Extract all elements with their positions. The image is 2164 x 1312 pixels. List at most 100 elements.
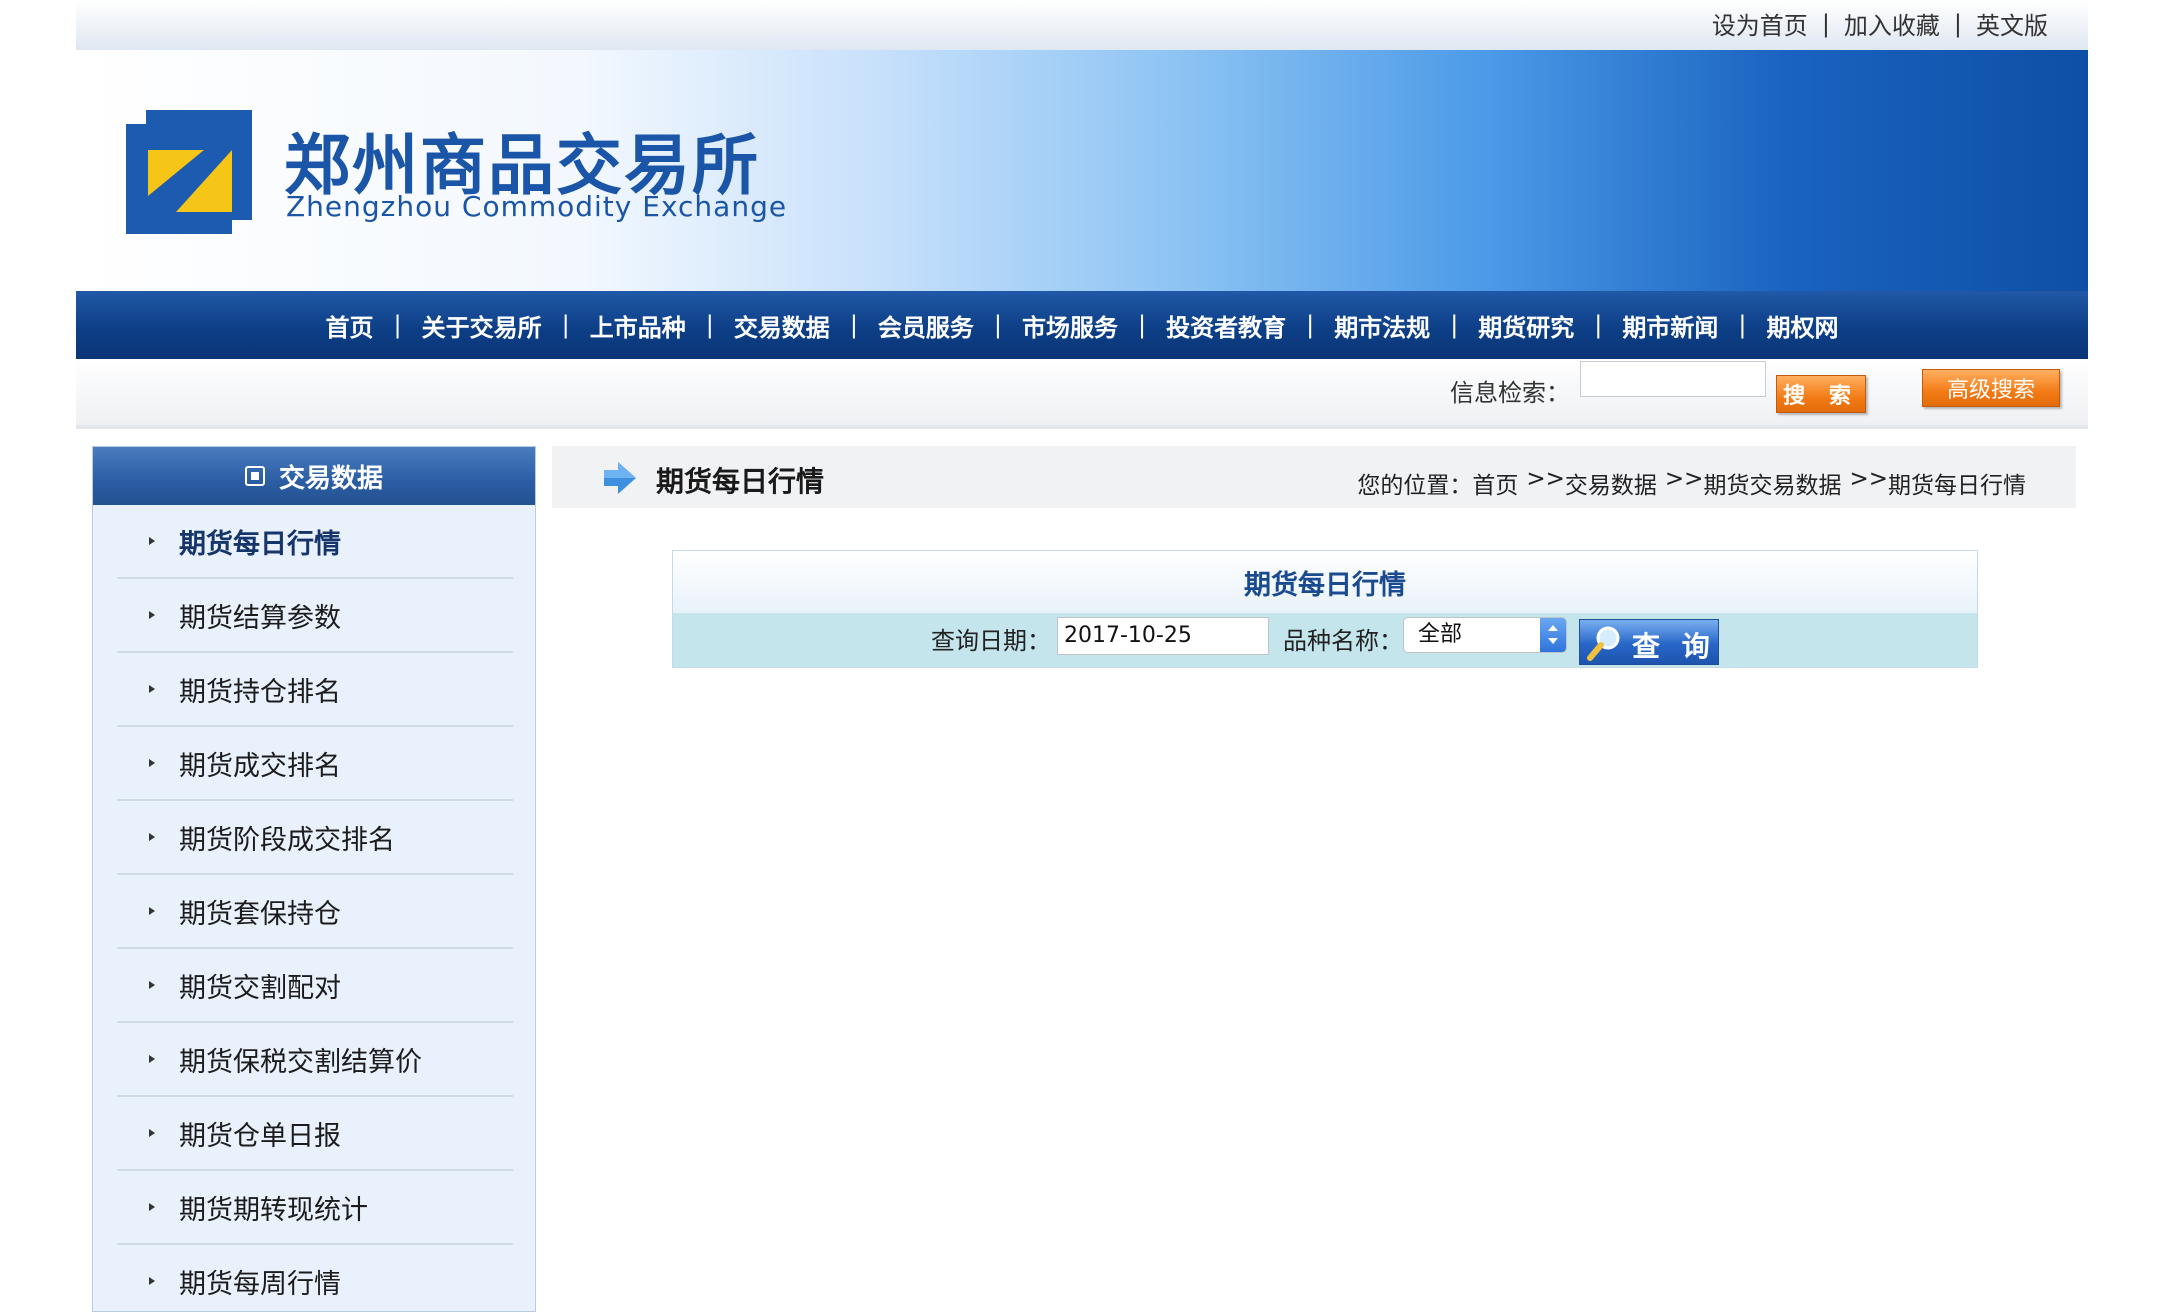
sidebar-item-delivery-matching[interactable]: 期货交割配对 — [117, 949, 513, 1023]
top-utility-bar: 设为首页 | 加入收藏 | 英文版 — [76, 0, 2088, 50]
bullet-icon — [149, 1203, 155, 1211]
sidebar-list: 期货每日行情 期货结算参数 期货持仓排名 期货成交排名 期货阶段成交排名 期货套… — [117, 505, 513, 1312]
main-nav: 首页 | 关于交易所 | 上市品种 | 交易数据 | 会员服务 | 市场服务 |… — [76, 291, 2088, 359]
sidebar-item-daily-quotes[interactable]: 期货每日行情 — [117, 505, 513, 579]
sidebar-item-label: 期货仓单日报 — [179, 1120, 341, 1152]
product-label: 品种名称： — [1283, 627, 1403, 655]
sidebar-item-settlement-params[interactable]: 期货结算参数 — [117, 579, 513, 653]
product-select-value: 全部 — [1418, 622, 1463, 647]
sidebar-item-efp-statistics[interactable]: 期货期转现统计 — [117, 1171, 513, 1245]
query-panel-header: 期货每日行情 — [673, 551, 1977, 613]
bullet-icon — [149, 981, 155, 989]
header-banner: 郑州商品交易所 Zhengzhou Commodity Exchange — [76, 50, 2088, 291]
query-button[interactable]: 查 询 — [1579, 619, 1719, 665]
breadcrumb-separator: >> — [1664, 466, 1704, 492]
query-button-label: 查 询 — [1632, 630, 1716, 663]
date-input[interactable]: 2017-10-25 — [1057, 617, 1269, 655]
nav-item-listed-products[interactable]: 上市品种 — [590, 308, 686, 343]
nav-item-regulations[interactable]: 期市法规 — [1334, 308, 1430, 343]
separator: | — [561, 311, 570, 339]
bullet-icon — [149, 1129, 155, 1137]
date-label: 查询日期： — [931, 627, 1051, 655]
bullet-icon — [149, 1277, 155, 1285]
bullet-icon — [149, 685, 155, 693]
breadcrumb-futures-trading-data[interactable]: 期货交易数据 — [1703, 466, 1841, 500]
nav-item-about[interactable]: 关于交易所 — [422, 308, 542, 343]
sidebar-item-label: 期货成交排名 — [179, 750, 341, 782]
nav-item-investor-education[interactable]: 投资者教育 — [1166, 308, 1286, 343]
separator: | — [1821, 9, 1830, 38]
sidebar-item-volume-ranking[interactable]: 期货成交排名 — [117, 727, 513, 801]
separator: | — [1306, 311, 1315, 339]
sidebar-item-label: 期货阶段成交排名 — [179, 824, 395, 856]
sidebar-item-weekly-quotes[interactable]: 期货每周行情 — [117, 1245, 513, 1312]
separator: | — [393, 311, 402, 339]
separator: | — [1738, 311, 1747, 339]
sidebar-item-label: 期货交割配对 — [179, 972, 341, 1004]
search-bar: 信息检索： 搜 索 高级搜索 — [76, 359, 2088, 429]
exchange-logo-icon[interactable] — [126, 110, 252, 234]
breadcrumb-trading-data[interactable]: 交易数据 — [1565, 466, 1657, 500]
sidebar-item-label: 期货套保持仓 — [179, 898, 341, 930]
breadcrumb-prefix: 您的位置： — [1357, 473, 1473, 499]
add-favorite-link[interactable]: 加入收藏 — [1844, 6, 1940, 41]
advanced-search-button[interactable]: 高级搜索 — [1922, 369, 2060, 407]
sidebar-item-label: 期货保税交割结算价 — [179, 1046, 422, 1078]
page-title: 期货每日行情 — [656, 465, 825, 498]
breadcrumb-home[interactable]: 首页 — [1472, 466, 1518, 500]
search-input[interactable] — [1580, 361, 1766, 397]
sidebar-item-label: 期货期转现统计 — [179, 1194, 368, 1226]
search-label: 信息检索： — [1450, 379, 1570, 407]
sidebar: 交易数据 期货每日行情 期货结算参数 期货持仓排名 期货成交排名 期货阶段成交排… — [92, 446, 536, 1312]
sidebar-title: 交易数据 — [278, 463, 383, 494]
nav-item-member-services[interactable]: 会员服务 — [878, 308, 974, 343]
nav-item-options[interactable]: 期权网 — [1766, 308, 1838, 343]
breadcrumb-separator: >> — [1526, 466, 1565, 492]
separator: | — [1138, 311, 1147, 339]
arrow-right-icon — [604, 462, 636, 494]
bullet-icon — [149, 833, 155, 841]
query-form: 查询日期： 2017-10-25 品种名称： 全部 查 询 — [673, 613, 1977, 667]
page: 设为首页 | 加入收藏 | 英文版 郑州商品交易所 Zhengzhou Comm… — [76, 0, 2088, 1312]
breadcrumb-current: 期货每日行情 — [1888, 473, 2026, 499]
top-links: 设为首页 | 加入收藏 | 英文版 — [1712, 6, 2048, 41]
content-header: 期货每日行情 您的位置： 首页 >> 交易数据 >> 期货交易数据 >> 期货每… — [552, 446, 2076, 508]
brand-name-en: Zhengzhou Commodity Exchange — [286, 190, 788, 223]
bullet-icon — [149, 611, 155, 619]
nav-item-news[interactable]: 期市新闻 — [1622, 308, 1718, 343]
sidebar-item-period-volume-ranking[interactable]: 期货阶段成交排名 — [117, 801, 513, 875]
search-button[interactable]: 搜 索 — [1776, 375, 1866, 413]
bullet-icon — [149, 1055, 155, 1063]
sidebar-item-label: 期货持仓排名 — [179, 676, 341, 708]
separator: | — [1953, 9, 1962, 38]
product-select[interactable]: 全部 — [1403, 617, 1567, 653]
breadcrumb-separator: >> — [1849, 466, 1888, 492]
sidebar-item-bonded-delivery-price[interactable]: 期货保税交割结算价 — [117, 1023, 513, 1097]
sidebar-item-label: 期货每日行情 — [179, 528, 341, 560]
sidebar-item-hedging-positions[interactable]: 期货套保持仓 — [117, 875, 513, 949]
nav-item-home[interactable]: 首页 — [326, 308, 374, 343]
sidebar-header: 交易数据 — [93, 447, 535, 505]
external-link-icon — [244, 466, 265, 486]
separator: | — [849, 311, 858, 339]
sidebar-item-warehouse-receipts[interactable]: 期货仓单日报 — [117, 1097, 513, 1171]
bullet-icon — [149, 907, 155, 915]
query-panel: 期货每日行情 查询日期： 2017-10-25 品种名称： 全部 查 询 — [672, 550, 1978, 668]
bullet-icon — [149, 759, 155, 767]
bullet-icon — [149, 537, 155, 545]
query-panel-title: 期货每日行情 — [1244, 569, 1406, 601]
nav-item-research[interactable]: 期货研究 — [1478, 308, 1574, 343]
separator: | — [1450, 311, 1459, 339]
separator: | — [993, 311, 1002, 339]
nav-item-market-services[interactable]: 市场服务 — [1022, 308, 1118, 343]
breadcrumb: 您的位置： 首页 >> 交易数据 >> 期货交易数据 >> 期货每日行情 — [1349, 466, 2026, 500]
set-homepage-link[interactable]: 设为首页 — [1712, 6, 1808, 41]
english-version-link[interactable]: 英文版 — [1976, 6, 2048, 41]
sidebar-item-position-ranking[interactable]: 期货持仓排名 — [117, 653, 513, 727]
separator: | — [1594, 311, 1603, 339]
separator: | — [705, 311, 714, 339]
chevron-up-down-icon — [1540, 618, 1566, 652]
magnifier-icon — [1587, 626, 1620, 661]
sidebar-item-label: 期货结算参数 — [179, 602, 341, 634]
nav-item-trading-data[interactable]: 交易数据 — [734, 308, 830, 343]
